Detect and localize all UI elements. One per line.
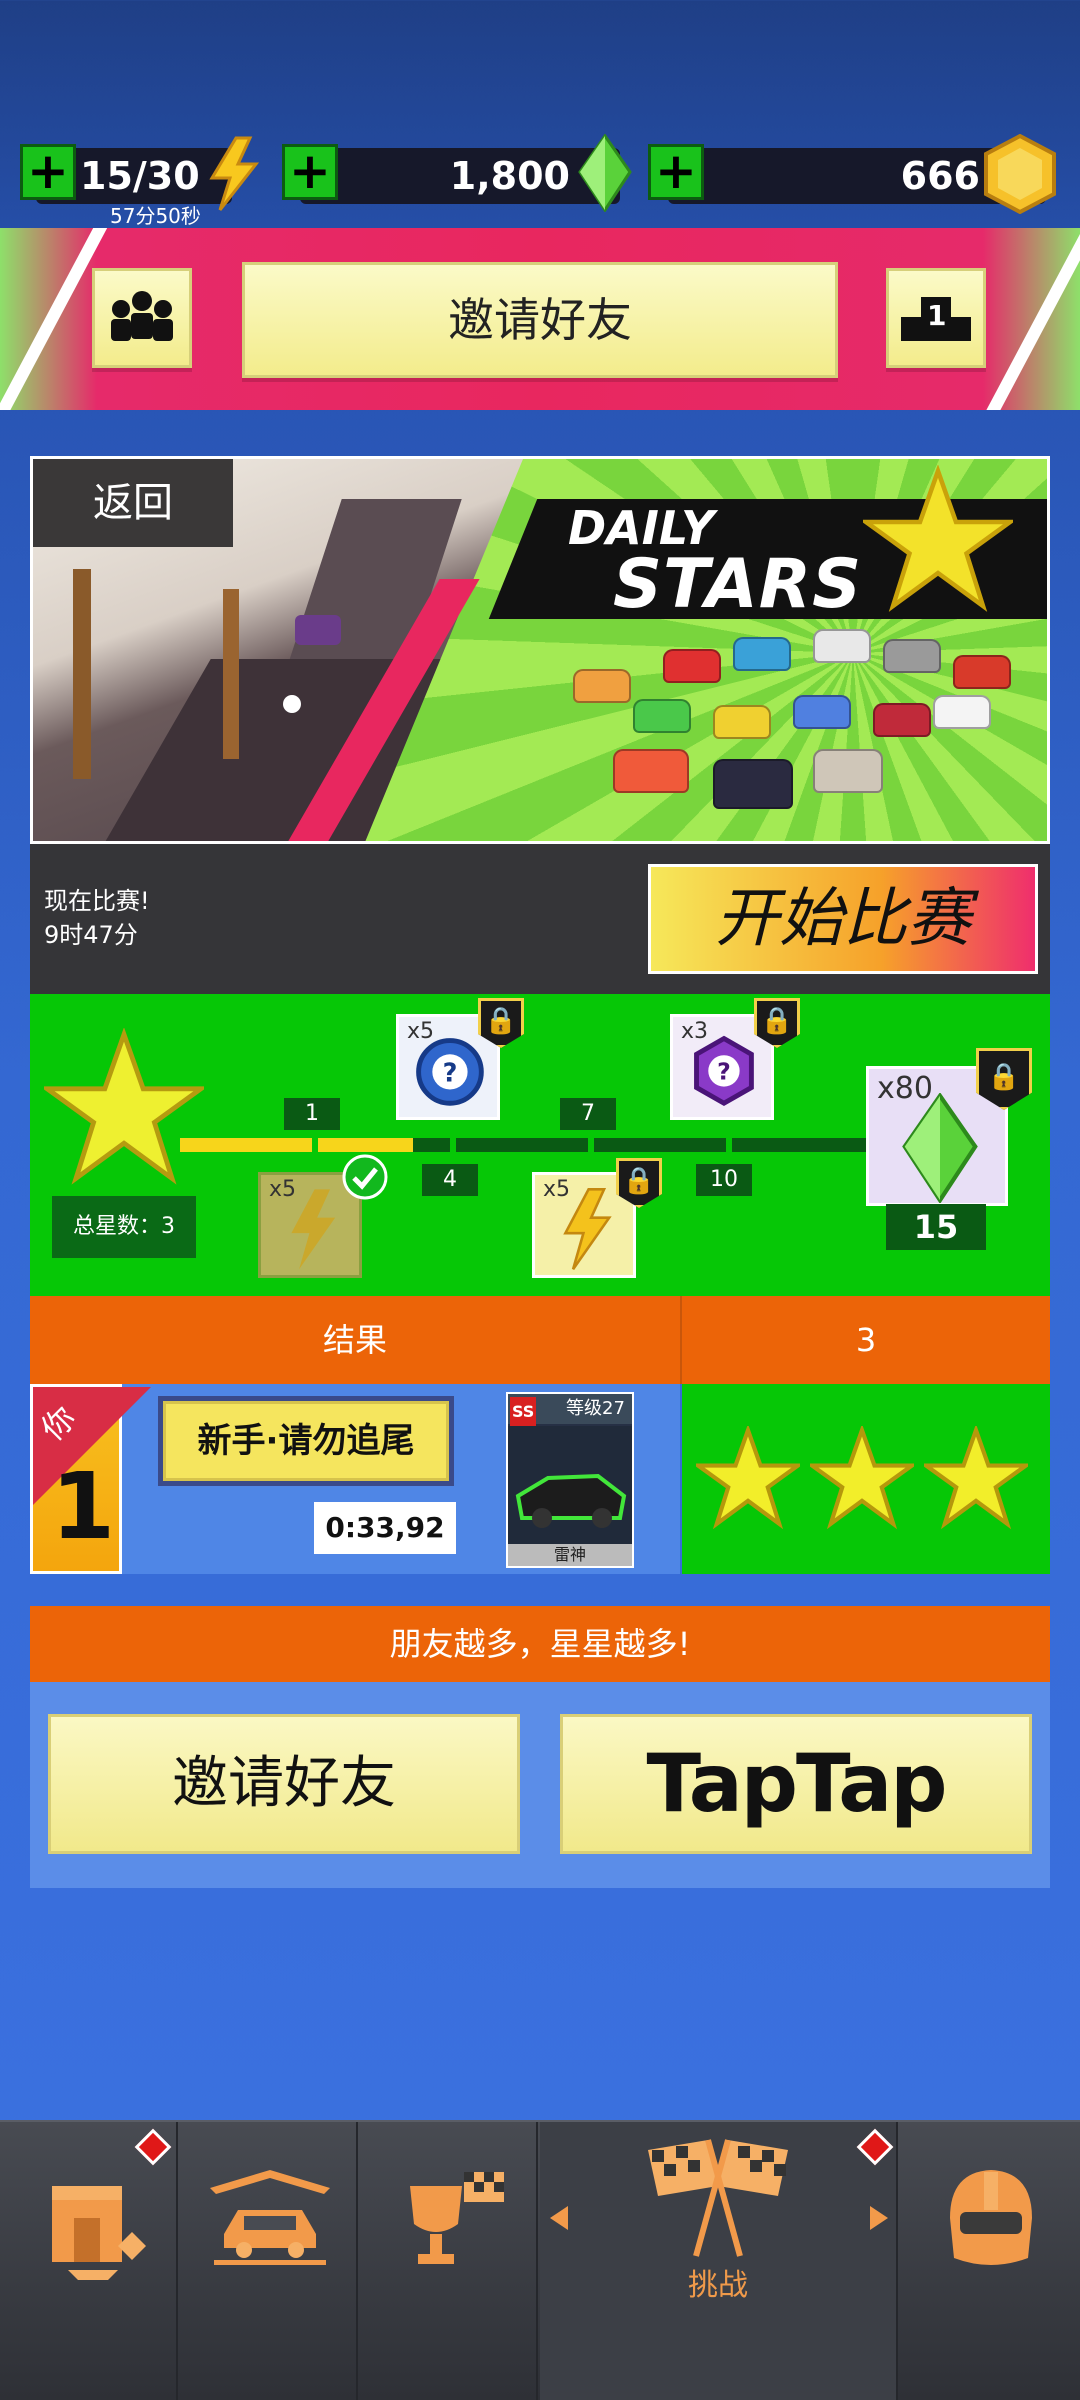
garage-car-icon [210,2170,330,2265]
gem-icon [902,1093,978,1203]
notification-dot [856,2128,894,2166]
event-status-row: 现在比赛! 9时47分 开始比赛 [30,844,1050,994]
progress-fill [180,1138,414,1152]
car-image [813,629,871,663]
result-player-cell: 你 1 新手·请勿追尾 0:33,92 SS 等级27 雷神 [30,1384,680,1574]
daily-stars-hero: DAILY STARS 返回 [30,456,1050,844]
car-level: SS 等级27 [508,1394,632,1427]
star-progress-panel: 总星数：3 1 4 7 10 x5 x5 ? 🔒 x5 🔒 x3 ? 🔒 x80… [30,994,1050,1296]
milestone-label: 4 [422,1164,478,1196]
event-status-label: 现在比赛! [44,887,150,915]
car-image [713,759,793,809]
friends-group-button[interactable] [92,268,192,368]
podium-rank: 1 [927,299,947,332]
chevron-right-icon[interactable] [870,2206,888,2230]
add-coins-button[interactable]: + [648,144,704,200]
total-stars-icon [39,1027,209,1192]
star-icon [696,1426,800,1530]
progress-track [180,1138,880,1152]
results-row[interactable]: 你 1 新手·请勿追尾 0:33,92 SS 等级27 雷神 [30,1384,1050,1574]
chevron-left-icon[interactable] [550,2206,568,2230]
rank-badge: 你 1 [30,1384,151,1574]
star-icon [859,464,1017,619]
car-image [613,749,689,793]
friends-promo-panel: 邀请好友 TapTap [30,1682,1050,1888]
nav-shop[interactable] [0,2122,178,2400]
invite-friends-label: 邀请好友 [448,293,632,347]
checkered-flags-icon [648,2139,788,2257]
energy-value: 15/30 [80,154,200,198]
car-image [663,649,721,683]
coin-icon [982,133,1058,218]
car-card[interactable]: SS 等级27 雷神 [506,1392,634,1568]
results-label: 结果 [322,1321,387,1359]
car-image [873,703,931,737]
race-time: 0:33,92 [314,1502,456,1554]
results-header: 结果 3 [30,1296,1050,1384]
nav-garage[interactable] [180,2122,358,2400]
car-image [883,639,941,673]
event-time-remaining: 9时47分 [44,921,138,949]
event-title-stars: STARS [613,545,863,624]
total-stars-count: 总星数：3 [52,1196,196,1258]
milestone-label: 1 [284,1098,340,1130]
nav-profile[interactable] [900,2122,1078,2400]
nav-cups[interactable] [360,2122,538,2400]
gems-value: 1,800 [449,154,570,198]
lightning-icon [206,136,262,216]
car-name: 雷神 [508,1544,632,1566]
energy-timer: 57分50秒 [110,204,201,228]
car-image [813,749,883,793]
rank-number: 1 [51,1453,116,1560]
nav-challenges[interactable]: 挑战 [540,2122,898,2400]
add-energy-button[interactable]: + [20,144,76,200]
stars-count-label: 3 [855,1321,877,1359]
car-image [793,695,851,729]
result-stars-cell [682,1384,1050,1574]
add-gems-button[interactable]: + [282,144,338,200]
car-image [508,1426,632,1546]
nav-challenges-label: 挑战 [688,2268,748,2303]
coins-value: 666 [900,154,980,198]
car-level-text: 等级27 [566,1398,625,1419]
bottom-nav: 挑战 [0,2120,1080,2400]
car-image [933,695,991,729]
player-name-plate: 新手·请勿追尾 [158,1396,454,1486]
car-image [633,699,691,733]
friends-promo-header: 朋友越多，星星越多! [30,1606,1050,1682]
car-image [953,655,1011,689]
invite-friends-button[interactable]: 邀请好友 [48,1714,520,1854]
back-button[interactable]: 返回 [33,459,233,547]
check-icon [342,1154,388,1204]
trophy-icon [410,2172,504,2264]
final-milestone-count: 15 [886,1204,986,1250]
car-image [713,705,771,739]
star-icon [924,1426,1028,1530]
svg-text:?: ? [443,1059,458,1089]
car-image [733,637,791,671]
shop-icon [52,2186,146,2280]
invite-friends-banner-button[interactable]: 邀请好友 [242,262,838,378]
gem-icon [578,133,632,216]
group-icon [111,291,173,341]
svg-text:?: ? [717,1058,731,1086]
leaderboard-button[interactable]: 1 [886,268,986,368]
star-icon [810,1426,914,1530]
taptap-button[interactable]: TapTap [560,1714,1032,1854]
car-image [573,669,631,703]
milestone-label: 10 [696,1164,752,1196]
milestone-label: 7 [560,1098,616,1130]
start-race-button[interactable]: 开始比赛 [648,864,1038,974]
notification-dot [134,2128,172,2166]
car-class: SS [510,1397,537,1427]
helmet-icon [950,2170,1032,2265]
